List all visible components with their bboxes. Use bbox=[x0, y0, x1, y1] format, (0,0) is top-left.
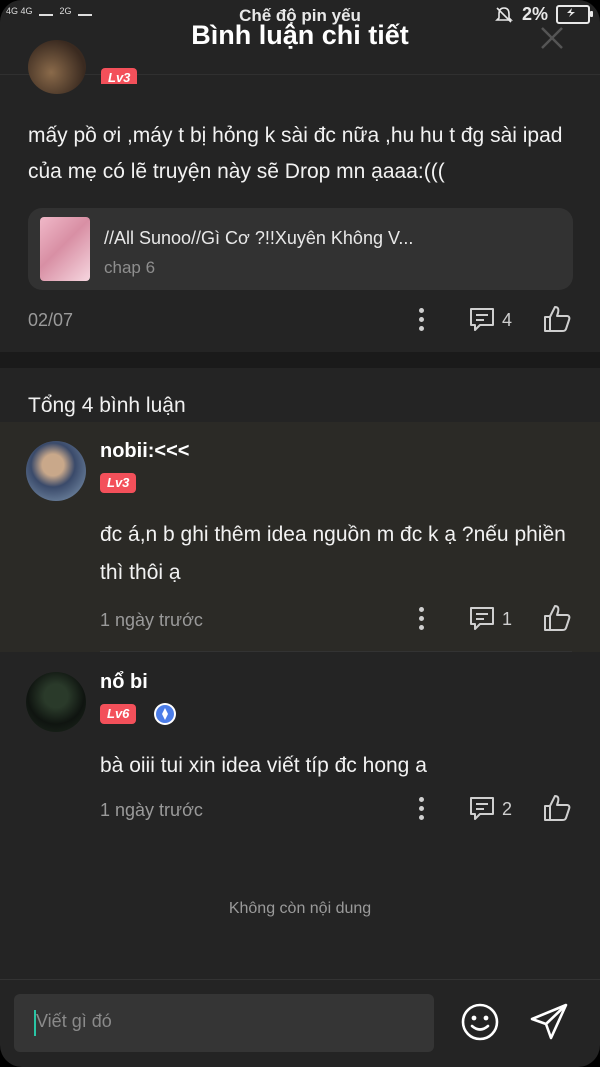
comment-text: bà oiii tui xin idea viết típ đc hong a bbox=[100, 754, 427, 777]
like-icon[interactable] bbox=[542, 304, 572, 334]
like-icon[interactable] bbox=[542, 793, 572, 823]
reply-icon[interactable] bbox=[468, 795, 496, 823]
screen: 4G 4G 2G Chế độ pin yếu 2% Bình luận chi… bbox=[0, 0, 600, 1067]
reply-icon[interactable] bbox=[468, 306, 496, 334]
more-options-icon[interactable] bbox=[419, 607, 425, 633]
verified-badge-icon bbox=[154, 703, 176, 725]
main-comment-text: mấy pồ ơi ,máy t bị hỏng k sài đc nữa ,h… bbox=[28, 124, 563, 183]
input-placeholder: Viết gì đó bbox=[36, 1011, 112, 1031]
comment-author[interactable]: nobii:<<< bbox=[100, 440, 189, 463]
level-badge: Lv6 bbox=[100, 704, 137, 724]
main-comment-avatar[interactable] bbox=[28, 40, 86, 94]
reply-count: 4 bbox=[502, 310, 513, 330]
level-badge: Lv3 bbox=[100, 473, 137, 493]
story-chapter: chap 6 bbox=[104, 258, 156, 277]
section-divider bbox=[0, 352, 600, 368]
story-title: //All Sunoo//Gì Cơ ?!!Xuyên Không V... bbox=[104, 228, 414, 248]
main-comment-level-badge: Lv3 bbox=[101, 68, 138, 84]
more-options-icon[interactable] bbox=[419, 797, 425, 823]
header-divider bbox=[0, 74, 600, 75]
reply-icon[interactable] bbox=[468, 605, 496, 633]
more-options-icon[interactable] bbox=[419, 308, 425, 334]
reply-count: 1 bbox=[502, 609, 513, 629]
comment-time: 1 ngày trước bbox=[100, 800, 203, 820]
comment-divider bbox=[100, 651, 572, 652]
level-badge: Lv3 bbox=[101, 68, 138, 84]
comment-text: đc á,n b ghi thêm idea nguồn m đc k ạ ?n… bbox=[100, 523, 566, 584]
footer-divider bbox=[0, 979, 600, 980]
comment-time: 1 ngày trước bbox=[100, 610, 203, 630]
story-thumbnail bbox=[40, 217, 90, 281]
like-icon[interactable] bbox=[542, 603, 572, 633]
story-card[interactable]: //All Sunoo//Gì Cơ ?!!Xuyên Không V... c… bbox=[28, 208, 573, 290]
avatar[interactable] bbox=[26, 441, 86, 501]
comment-input[interactable]: Viết gì đó bbox=[14, 994, 434, 1052]
total-comments: Tổng 4 bình luận bbox=[28, 394, 186, 417]
close-icon[interactable] bbox=[534, 20, 570, 56]
no-more-content: Không còn nội dung bbox=[228, 900, 372, 917]
send-icon[interactable] bbox=[528, 1002, 570, 1042]
main-comment-date: 02/07 bbox=[28, 310, 74, 330]
reply-count: 2 bbox=[502, 799, 513, 819]
avatar[interactable] bbox=[26, 672, 86, 732]
comment-author[interactable]: nổ bi bbox=[100, 671, 148, 694]
emoji-icon[interactable] bbox=[460, 1002, 500, 1042]
page-title: Bình luận chi tiết bbox=[191, 20, 409, 50]
